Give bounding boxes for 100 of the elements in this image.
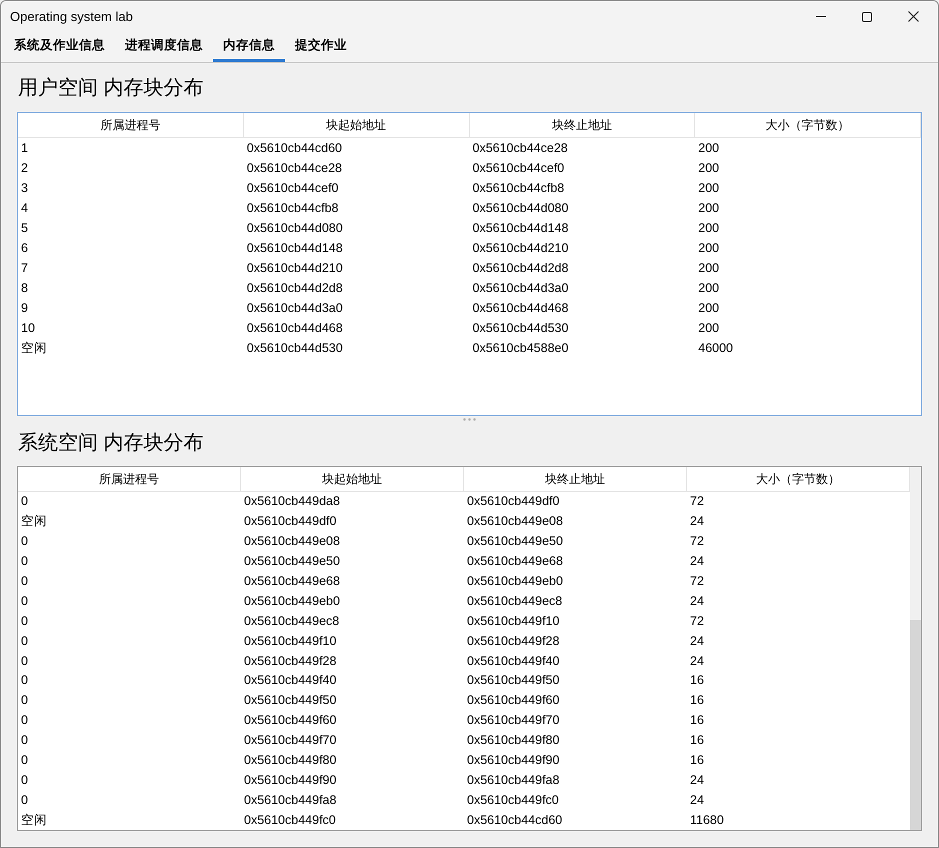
column-header[interactable]: 块终止地址 [470, 113, 696, 137]
table-cell-text: 200 [698, 160, 720, 177]
tab[interactable]: 内存信息 [213, 32, 285, 62]
table-cell-text: 0x5610cb449e08 [467, 513, 563, 530]
table-cell-text: 0x5610cb449e08 [244, 533, 340, 550]
table-cell-text: 0x5610cb44cd60 [246, 140, 342, 157]
table-cell-text: 0x5610cb449e68 [467, 553, 563, 570]
table-cell-text: 0 [21, 652, 28, 670]
table-cell-text: 7 [21, 260, 28, 277]
section-heading: 用户空间 内存块分布 [18, 76, 205, 101]
table-cell-text: 空闲 [21, 513, 47, 530]
table-cell-text: 0x5610cb44cef0 [472, 160, 564, 177]
table-cell-text: 0x5610cb449f60 [244, 712, 336, 730]
tab[interactable]: 进程调度信息 [115, 32, 213, 62]
table-cell-text: 24 [690, 513, 704, 530]
table-cell-text: 0x5610cb449f70 [467, 712, 560, 730]
table-cell-text: 0x5610cb44d530 [246, 340, 343, 357]
table-cell-text: 0x5610cb449f10 [467, 612, 560, 630]
table-cell-text: 200 [698, 180, 720, 197]
table-cell-text: 0x5610cb44d148 [472, 220, 568, 237]
table-cell-text: 200 [698, 140, 720, 157]
table-cell-text: 24 [690, 632, 704, 650]
column-header[interactable]: 所属进程号 [18, 467, 241, 491]
table-cell-text: 16 [690, 692, 704, 710]
table-cell-text: 3 [21, 180, 28, 197]
table-cell-text: 200 [698, 200, 720, 217]
table-cell-text: 0x5610cb449e68 [244, 573, 340, 590]
table-cell-text: 0x5610cb44d468 [472, 300, 568, 317]
table-cell-text: 200 [698, 320, 720, 337]
table-cell-text: 200 [698, 300, 720, 317]
table-cell-text: 0x5610cb44d2d8 [246, 280, 343, 297]
table-cell-text: 0x5610cb449f40 [244, 672, 336, 690]
table-cell-text: 46000 [698, 340, 734, 357]
table-cell-text: 0x5610cb449f90 [244, 772, 336, 789]
table-cell-text: 0x5610cb449f60 [467, 692, 560, 710]
table-cell-text: 11680 [690, 812, 724, 829]
scrollbar[interactable] [910, 467, 921, 830]
table-cell-text: 200 [698, 220, 720, 237]
table-cell-text: 16 [690, 672, 704, 690]
table-cell-text: 0x5610cb44d3a0 [246, 300, 343, 317]
table-cell-text: 0x5610cb449fa8 [244, 792, 336, 809]
table-cell-text: 0 [21, 732, 28, 750]
table-cell-text: 200 [698, 280, 720, 297]
table-cell-text: 24 [690, 772, 704, 789]
table-cell-text: 0x5610cb449f28 [244, 652, 336, 670]
table-cell-text: 0 [21, 772, 28, 789]
maximize-icon [862, 12, 872, 22]
table-cell-text: 0x5610cb44cfb8 [472, 180, 564, 197]
table-cell-text: 0 [21, 692, 28, 710]
table-cell-text: 200 [698, 240, 720, 257]
splitter-handle-icon[interactable] [463, 418, 476, 420]
table-cell-text: 0x5610cb44ce28 [246, 160, 342, 177]
table-cell-text: 0 [21, 533, 28, 550]
column-header[interactable]: 大小（字节数） [695, 113, 921, 137]
table-cell-text: 0 [21, 573, 28, 590]
table-cell-text: 0x5610cb449fc0 [467, 792, 559, 809]
table-cell-text: 72 [690, 493, 704, 510]
table-cell-text: 72 [690, 612, 704, 630]
table-cell-text: 10 [21, 320, 35, 337]
table-cell-text: 0x5610cb449f10 [244, 632, 336, 650]
table-cell-text: 1 [21, 140, 28, 157]
table-cell-text: 0 [21, 752, 28, 770]
scrollbar-thumb[interactable] [910, 620, 921, 830]
table-cell-text: 0 [21, 592, 28, 610]
table-cell-text: 0x5610cb44d3a0 [472, 280, 568, 297]
table-cell-text: 72 [690, 533, 704, 550]
table-cell-text: 0x5610cb449f70 [244, 732, 336, 750]
column-header[interactable]: 所属进程号 [18, 113, 244, 137]
column-header[interactable]: 块终止地址 [464, 467, 687, 491]
table-cell-text: 0x5610cb449f40 [467, 652, 560, 670]
tab[interactable]: 系统及作业信息 [4, 32, 115, 62]
table-cell-text: 24 [690, 553, 704, 570]
table-cell-text: 5 [21, 220, 28, 237]
table-cell-text: 9 [21, 300, 28, 317]
table-cell-text: 72 [690, 573, 704, 590]
table-cell-text: 24 [690, 792, 704, 809]
table-cell-text: 0x5610cb44d468 [246, 320, 343, 337]
table-cell-text: 0x5610cb44d210 [472, 240, 568, 257]
column-header[interactable]: 块起始地址 [244, 113, 470, 137]
table-cell-text: 0x5610cb44cd60 [467, 812, 562, 829]
table-cell-text: 0 [21, 632, 28, 650]
tab[interactable]: 提交作业 [285, 32, 357, 62]
table-cell-text: 空闲 [21, 812, 47, 829]
table-cell-text: 0 [21, 792, 28, 809]
table-cell-text: 24 [690, 652, 704, 670]
table-cell-text: 0x5610cb449f90 [467, 752, 560, 770]
table-cell-text: 0x5610cb449fa8 [467, 772, 560, 789]
table-cell-text: 0x5610cb449eb0 [244, 592, 340, 610]
section-heading: 系统空间 内存块分布 [18, 431, 205, 456]
table-cell-text: 0x5610cb449f80 [244, 752, 336, 770]
table-cell-text: 0x5610cb449f28 [467, 632, 560, 650]
column-header[interactable]: 块起始地址 [241, 467, 464, 491]
table-cell-text: 24 [690, 592, 704, 610]
table-cell-text: 0x5610cb449df0 [467, 493, 560, 510]
table-cell-text: 16 [690, 732, 704, 750]
table-cell-text: 0x5610cb44cfb8 [246, 200, 338, 217]
table-cell-text: 2 [21, 160, 28, 177]
window-title: Operating system lab [10, 8, 134, 26]
table-cell-text: 空闲 [21, 340, 47, 357]
table-cell-text: 0x5610cb449fc0 [244, 812, 336, 829]
